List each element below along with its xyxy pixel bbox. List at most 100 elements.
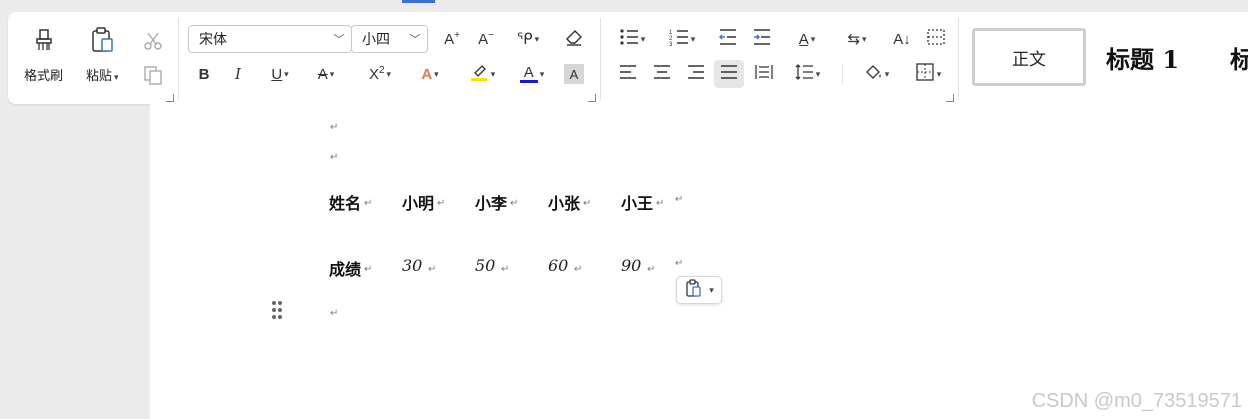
- row-end-mark: ↵: [675, 258, 684, 269]
- paragraph-mark: ↵: [510, 198, 519, 209]
- font-size-value: 小四: [362, 31, 390, 47]
- style-heading-2[interactable]: 标: [1230, 40, 1248, 75]
- table-cell[interactable]: 60: [548, 256, 568, 275]
- paragraph-mark: ↵: [583, 198, 592, 209]
- paragraph-mark: ↵: [364, 264, 373, 275]
- copy-button[interactable]: [140, 62, 166, 88]
- inline-separator: [842, 64, 843, 84]
- font-family-select[interactable]: 宋体 ﹀: [188, 25, 352, 53]
- document-page[interactable]: [150, 104, 1248, 419]
- chevron-down-icon: ▾: [640, 33, 646, 44]
- text-effects-icon: A: [421, 65, 433, 83]
- font-color-button[interactable]: A ▾: [512, 60, 552, 88]
- align-center-icon: [652, 64, 672, 84]
- table-cell[interactable]: 姓名: [329, 190, 361, 214]
- chevron-down-icon: ▾: [434, 68, 439, 79]
- group-separator: [600, 18, 601, 100]
- borders-button[interactable]: ▾: [908, 60, 948, 88]
- grow-font-icon: A+: [444, 30, 460, 48]
- chevron-down-icon: ▾: [386, 68, 392, 79]
- asian-layout-button[interactable]: ⇆ ▾: [838, 25, 876, 53]
- align-left-icon: [618, 64, 638, 84]
- bold-button[interactable]: B: [190, 60, 218, 88]
- chevron-down-icon: ﹀: [409, 34, 421, 46]
- eraser-icon: [564, 27, 584, 51]
- chevron-down-icon: ▾: [329, 68, 335, 79]
- strikethrough-button[interactable]: A ▾: [308, 60, 344, 88]
- clear-formatting-button[interactable]: [560, 25, 588, 53]
- bullet-list-icon: [619, 28, 639, 50]
- format-painter-button[interactable]: 格式刷: [24, 26, 63, 84]
- bullets-button[interactable]: ▾: [614, 25, 650, 53]
- paragraph-mark: ↵: [656, 198, 665, 209]
- style-normal[interactable]: 正文: [972, 28, 1086, 86]
- phonetic-guide-button[interactable]: ᕿ ▾: [508, 25, 548, 53]
- chevron-down-icon: ▾: [709, 284, 714, 295]
- paste-options-button[interactable]: ▾: [676, 276, 722, 304]
- paint-bucket-icon: [863, 63, 883, 85]
- highlight-color-button[interactable]: ▾: [462, 60, 502, 88]
- superscript-icon: X2: [368, 65, 385, 83]
- align-right-button[interactable]: [682, 60, 710, 88]
- text-direction-button[interactable]: A̲ ▾: [788, 25, 826, 53]
- font-size-select[interactable]: 小四 ﹀: [351, 25, 428, 53]
- table-cell[interactable]: 小明: [402, 190, 434, 214]
- superscript-button[interactable]: X2 ▾: [360, 60, 400, 88]
- paste-button[interactable]: 粘贴 ▾: [86, 26, 119, 84]
- character-shading-icon: A: [569, 66, 579, 82]
- cut-button[interactable]: [140, 28, 166, 54]
- outdent-icon: [718, 28, 738, 50]
- row-end-mark: ↵: [675, 194, 684, 205]
- table-cell[interactable]: 50: [475, 256, 495, 275]
- distributed-align-icon: [754, 64, 774, 84]
- justify-icon: [719, 64, 739, 84]
- numbering-button[interactable]: 123 ▾: [664, 25, 700, 53]
- distributed-align-button[interactable]: [750, 60, 778, 88]
- chevron-down-icon: ﹀: [333, 34, 345, 46]
- justify-button[interactable]: [714, 60, 744, 88]
- table-cell[interactable]: 小李: [475, 190, 507, 214]
- table-cell[interactable]: 90: [621, 256, 641, 275]
- active-tab-indicator: [402, 0, 435, 3]
- shading-button[interactable]: ▾: [856, 60, 896, 88]
- clipboard-dialog-launcher[interactable]: [166, 94, 174, 102]
- paragraph-mark: ↵: [647, 264, 656, 275]
- chevron-down-icon: ▾: [690, 33, 696, 44]
- table-cell[interactable]: 成绩: [329, 256, 361, 280]
- align-left-button[interactable]: [614, 60, 642, 88]
- style-heading-1[interactable]: 标题 1: [1106, 40, 1179, 75]
- table-grid-icon: [926, 28, 946, 50]
- align-center-button[interactable]: [648, 60, 676, 88]
- decrease-indent-button[interactable]: [714, 25, 742, 53]
- sort-button[interactable]: A↓: [888, 25, 916, 53]
- chevron-down-icon: ▾: [810, 33, 816, 44]
- format-painter-label: 格式刷: [24, 68, 64, 83]
- chevron-down-icon: ▾: [284, 68, 289, 79]
- chevron-down-icon: ▾: [862, 33, 867, 44]
- increase-indent-button[interactable]: [748, 25, 776, 53]
- paragraph-dialog-launcher[interactable]: [946, 94, 954, 102]
- line-spacing-button[interactable]: ▾: [788, 60, 826, 88]
- chevron-down-icon: ▾: [539, 68, 545, 79]
- borders-icon: [915, 63, 935, 85]
- character-shading-button[interactable]: A: [564, 64, 584, 84]
- italic-button[interactable]: I: [224, 60, 252, 88]
- underline-icon: U: [271, 65, 283, 83]
- text-direction-icon: A̲: [798, 30, 809, 48]
- table-cell[interactable]: 小张: [548, 190, 580, 214]
- drag-handle-icon[interactable]: [270, 298, 284, 322]
- underline-button[interactable]: U ▾: [262, 60, 298, 88]
- table-cell[interactable]: 小王: [621, 190, 653, 214]
- show-hide-marks-button[interactable]: [922, 25, 950, 53]
- font-color-icon: A: [519, 65, 538, 83]
- chevron-down-icon: ▾: [114, 72, 119, 82]
- table-cell[interactable]: 30: [402, 256, 422, 275]
- group-separator: [958, 18, 959, 100]
- grow-font-button[interactable]: A+: [438, 25, 466, 53]
- chevron-down-icon: ▾: [534, 33, 540, 44]
- svg-text:3: 3: [669, 42, 673, 46]
- paragraph-mark: ↵: [437, 198, 446, 209]
- text-effects-button[interactable]: A ▾: [412, 60, 448, 88]
- font-dialog-launcher[interactable]: [588, 94, 596, 102]
- shrink-font-button[interactable]: A−: [472, 25, 500, 53]
